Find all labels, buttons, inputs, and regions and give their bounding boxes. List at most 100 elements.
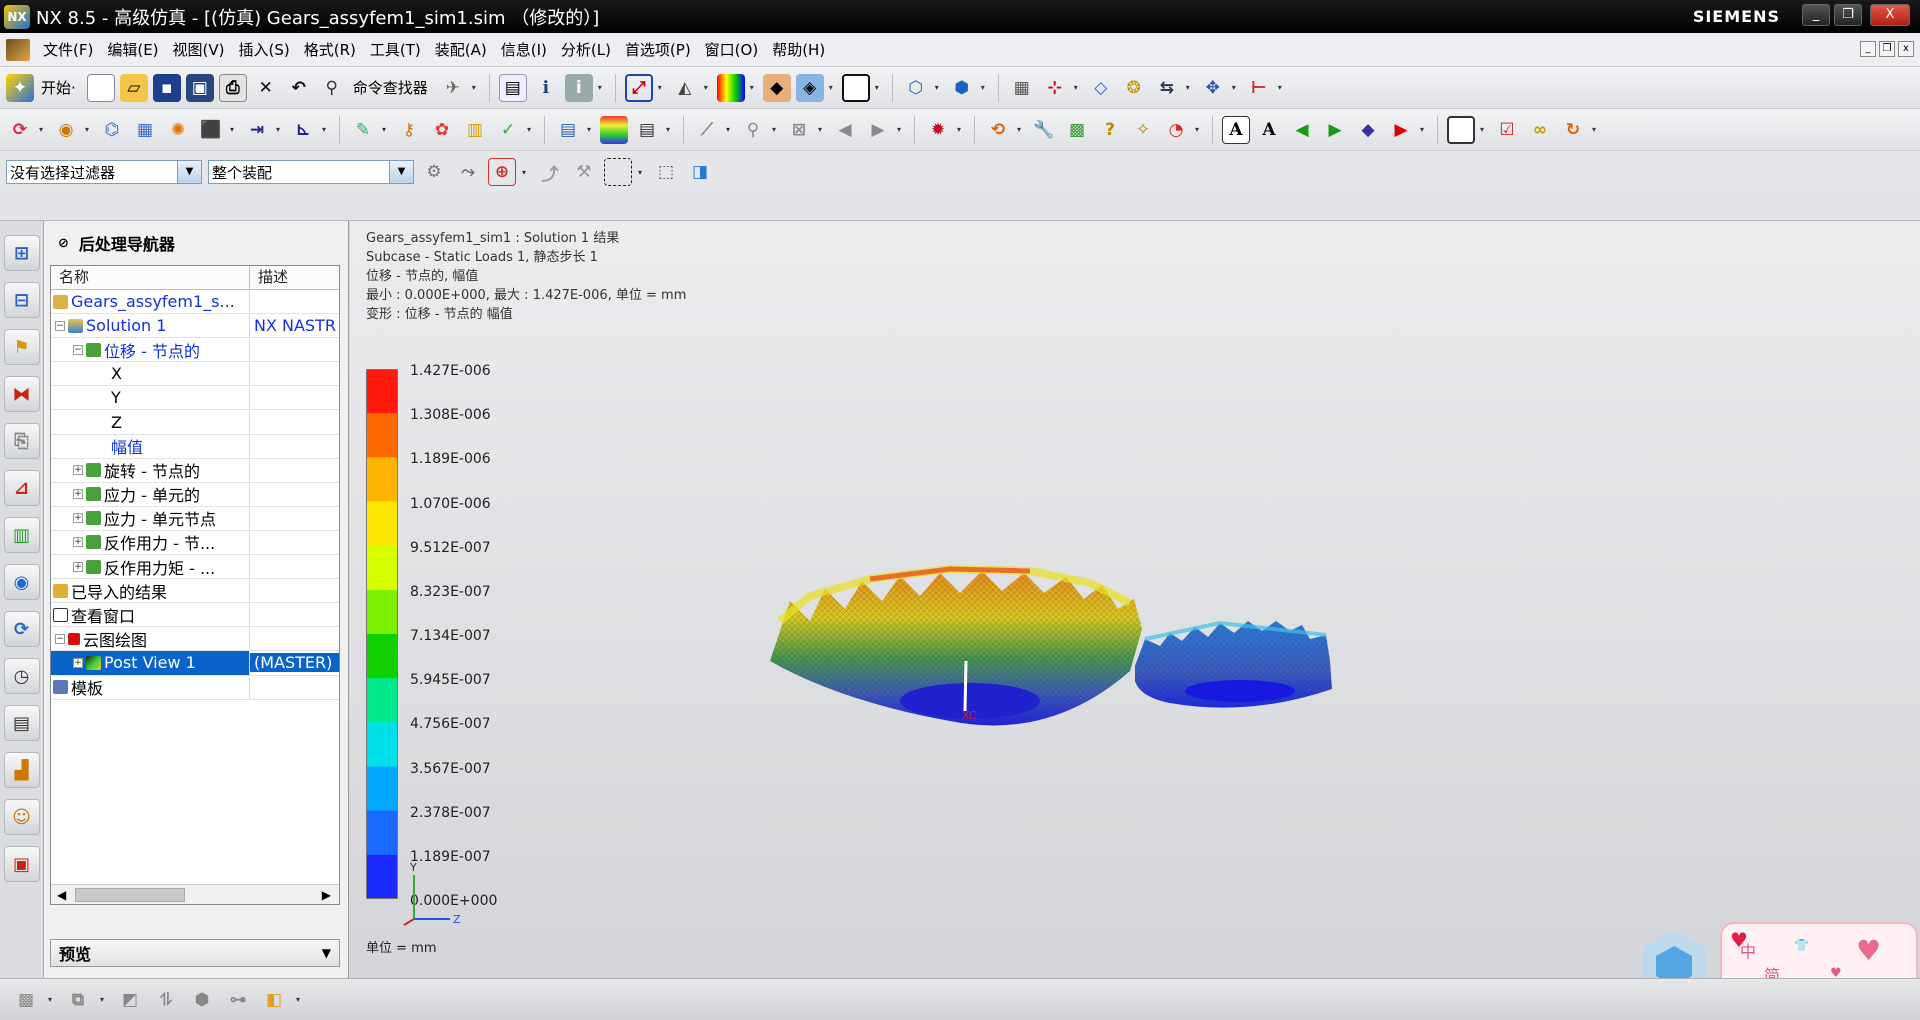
polygon-geometry-icon[interactable]: ⧉ [64,986,92,1014]
select-feature-icon[interactable]: ⤳ [454,158,482,186]
chevron-down-icon[interactable]: ▾ [1186,83,1194,92]
process-studio-icon[interactable]: ▤ [3,705,40,741]
menu-view[interactable]: 视图(V) [166,39,232,60]
contour-style-icon[interactable] [716,73,745,102]
tree-horizontal-scrollbar[interactable]: ◀ ▶ [51,884,339,904]
chevron-down-icon[interactable]: ▾ [1480,125,1488,134]
save-icon[interactable]: ▪ [152,73,181,102]
tree-row-magnitude[interactable]: 幅值 [51,434,339,459]
post-navigator-icon[interactable]: ▤ [554,116,582,144]
nx-app-icon[interactable]: NX [4,4,30,29]
element-icon[interactable]: ✺ [164,116,192,144]
deselect-icon[interactable]: ⬚ [652,158,680,186]
chevron-down-icon[interactable]: ▾ [296,995,304,1004]
tree-row-stress-element[interactable]: + 应力 - 单元的 [51,482,339,507]
tree-row-y[interactable]: Y [51,386,339,411]
menu-assembly[interactable]: 装配(A) [428,39,494,60]
constraint-icon[interactable]: ⌬ [98,116,126,144]
menu-preferences[interactable]: 首选项(P) [618,39,698,60]
chevron-down-icon[interactable]: ▾ [726,125,734,134]
chevron-down-icon[interactable]: ▾ [638,168,646,177]
bevel-gear-large[interactable] [770,564,1142,726]
assembly-scope-select[interactable]: 整个装配 ▼ [208,160,414,184]
chevron-down-icon[interactable]: ▾ [1074,83,1082,92]
history-icon[interactable]: ⟳ [3,611,40,647]
menu-help[interactable]: 帮助(H) [765,39,832,60]
collapse-icon[interactable]: − [73,344,83,355]
expand-icon[interactable]: + [73,513,83,524]
selection-grid-icon[interactable]: ✥ [1199,74,1227,102]
chevron-down-icon[interactable]: ▾ [598,83,606,92]
chevron-down-icon[interactable]: ▾ [704,83,712,92]
expand-icon[interactable]: + [73,657,83,668]
collapse-icon[interactable]: − [55,320,65,331]
tree-row-contour-plots[interactable]: − 云图绘图 [51,627,339,652]
expand-icon[interactable]: + [73,465,83,476]
marker-icon[interactable]: ⊠ [785,116,813,144]
column-desc-header[interactable]: 描述 [250,266,339,289]
rotate-icon[interactable]: ↻ [1559,116,1587,144]
assembly-navigator-icon[interactable]: ⚑ [3,329,40,365]
chevron-down-icon[interactable]: ▾ [39,125,47,134]
chevron-down-icon[interactable]: ▾ [829,83,837,92]
previous-icon[interactable]: ◀ [1288,116,1316,144]
chevron-down-icon[interactable]: ▾ [85,125,93,134]
midsurface-icon[interactable]: ⊶ [224,986,252,1014]
layout-icon[interactable]: ▦ [1008,74,1036,102]
tree-row-post-view[interactable]: + Post View 1 (MASTER) [51,651,339,676]
graphics-window[interactable]: Gears_assyfem1_sim1 : Solution 1 结果 Subc… [350,221,1920,1000]
animation-icon[interactable]: ✹ [924,116,952,144]
chevron-down-icon[interactable]: ▾ [818,125,826,134]
annotation-icon[interactable]: A [1255,116,1283,144]
tree-row-z[interactable]: Z [51,410,339,435]
selection-filter-select[interactable]: 没有选择过滤器 ▼ [6,160,202,184]
collapse-icon[interactable]: − [55,633,65,644]
curve-rule-icon[interactable]: ⤴ [536,158,564,186]
mesh-control-icon[interactable]: ▩ [12,986,40,1014]
report-icon[interactable]: ▤ [633,116,661,144]
edit-object-display-icon[interactable]: ◆ [762,73,791,102]
chevron-down-icon[interactable]: ▾ [230,125,238,134]
wrench-icon[interactable]: 🔧 [1030,116,1058,144]
menu-format[interactable]: 格式(R) [297,39,363,60]
object-info-icon[interactable]: i [564,73,593,102]
tree-row-displacement[interactable]: − 位移 - 节点的 [51,338,339,363]
wand-icon[interactable]: ✧ [1129,116,1157,144]
chevron-down-icon[interactable]: ▾ [666,125,674,134]
solution-icon[interactable]: ⟳ [6,116,34,144]
post-navigator-icon[interactable]: ⊟ [3,282,40,318]
tree-row-stress-element-nodal[interactable]: + 应力 - 单元节点 [51,506,339,531]
cube-icon[interactable]: ▩ [1063,116,1091,144]
chevron-down-icon[interactable]: ▾ [658,83,666,92]
mesh-icon[interactable]: ▦ [131,116,159,144]
graph-icon[interactable]: ⟋ [693,116,721,144]
bevel-gear-small[interactable] [1135,620,1332,708]
reuse-library-icon[interactable]: ▥ [3,517,40,553]
tree-row-rotation[interactable]: + 旋转 - 节点的 [51,458,339,483]
link-icon[interactable]: ∞ [1526,116,1554,144]
menu-window[interactable]: 窗口(O) [698,39,766,60]
snap-point-icon[interactable]: ⊕ [488,158,516,186]
body-icon[interactable]: ◧ [260,986,288,1014]
material-icon[interactable]: ⬛ [197,116,225,144]
spectrum-icon[interactable]: ◔ [1162,116,1190,144]
chevron-down-icon[interactable]: ▾ [322,125,330,134]
chevron-down-icon[interactable]: ▾ [1017,125,1025,134]
measure-distance-icon[interactable]: ◇ [1087,74,1115,102]
minimize-button[interactable]: _ [1802,4,1830,26]
tree-row-solution[interactable]: − Solution 1 NX NASTR [51,314,339,339]
tree-row-imported-results[interactable]: 已导入的结果 [51,579,339,604]
delete-icon[interactable]: ✕ [252,74,280,102]
scroll-left-icon[interactable]: ◀ [57,885,66,904]
chevron-down-icon[interactable]: ▼ [389,161,413,183]
doc-minimize-icon[interactable]: _ [1860,41,1876,57]
sim-navigator-icon[interactable]: ⊞ [3,235,40,271]
palette-icon[interactable]: ▟ [3,752,40,788]
pen-icon[interactable]: ✎ [349,116,377,144]
menu-analysis[interactable]: 分析(L) [554,39,618,60]
web-browser-icon[interactable]: ◉ [3,564,40,600]
undo-icon[interactable]: ↶ [285,74,313,102]
wcs-icon[interactable]: ⊹ [1041,74,1069,102]
menu-edit[interactable]: 编辑(E) [100,39,165,60]
chevron-down-icon[interactable]: ▾ [935,83,943,92]
